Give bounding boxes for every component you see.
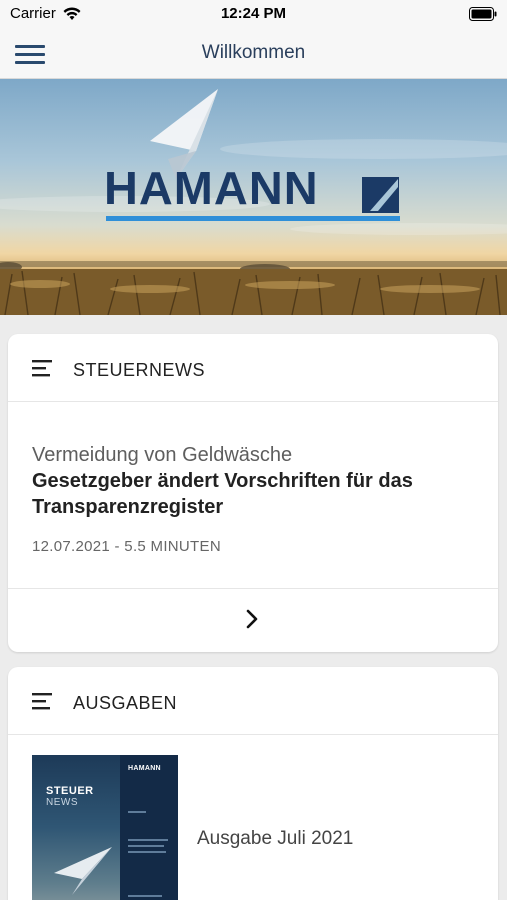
issue-label[interactable]: Ausgabe Juli 2021 [197,828,353,850]
cover-subtitle: NEWS [46,797,78,808]
issues-card: AUSGABEN STEUER NEWS HAMANN Ausgabe Juli… [8,667,498,900]
list-icon [32,693,52,710]
battery-icon [469,7,497,21]
issues-card-header: AUSGABEN [8,667,498,735]
news-more-button[interactable] [8,589,498,651]
hamburger-menu-icon[interactable] [15,43,45,65]
news-card-title: STEUERNEWS [73,360,206,380]
status-time: 12:24 PM [220,5,287,22]
news-article[interactable]: Vermeidung von Geldwäsche Gesetzgeber än… [8,402,498,589]
issue-item[interactable]: STEUER NEWS HAMANN Ausgabe Juli 2021 [8,735,498,900]
news-card-header: STEUERNEWS [8,334,498,402]
hero-banner: HAMANN [0,79,507,315]
issue-cover-image[interactable]: STEUER NEWS HAMANN [32,755,178,900]
status-bar: Carrier 12:24 PM [0,0,507,30]
news-meta: 12.07.2021 - 5.5 MINUTEN [32,538,221,555]
cover-paper-plane [54,847,112,895]
hamann-logo-mark [362,177,399,213]
hamann-logo-text: HAMANN [104,162,319,214]
cover-title: STEUER [46,785,94,797]
list-icon [32,360,52,377]
issues-card-title: AUSGABEN [73,693,178,713]
news-kicker: Vermeidung von Geldwäsche [32,444,293,466]
page-title: Willkommen [201,42,306,63]
news-card: STEUERNEWS Vermeidung von Geldwäsche Ges… [8,334,498,652]
cover-logo: HAMANN [128,765,161,772]
navigation-bar: Willkommen [0,30,507,79]
chevron-right-icon[interactable] [245,608,259,630]
news-headline[interactable]: Gesetzgeber ändert Vorschriften für das … [32,468,474,520]
